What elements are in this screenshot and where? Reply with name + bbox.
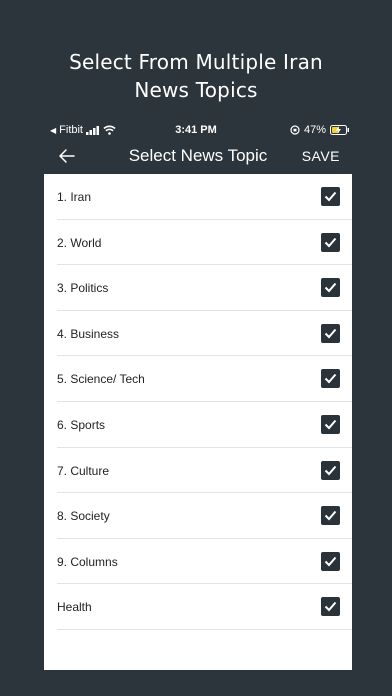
topic-row[interactable]: 4. Business [57, 311, 352, 357]
topic-label: 7. Culture [57, 463, 110, 478]
topic-label: 5. Science/ Tech [57, 372, 145, 387]
checkmark-icon [324, 511, 337, 521]
checkmark-icon [324, 328, 337, 339]
topic-label: 9. Columns [57, 554, 118, 569]
checkmark-icon [324, 602, 337, 612]
topic-checkbox[interactable] [321, 323, 340, 343]
checkmark-icon [324, 465, 337, 476]
promo-caption: Select From Multiple Iran News Topics [0, 48, 392, 104]
topic-row[interactable]: Health [57, 584, 352, 630]
topic-checkbox[interactable] [321, 414, 340, 434]
checkmark-icon [324, 374, 337, 384]
topic-checkbox[interactable] [321, 232, 340, 252]
battery-percent: 47% [303, 124, 326, 136]
topic-row[interactable]: 5. Science/ Tech [57, 356, 352, 402]
battery-charging-icon [330, 125, 349, 135]
checkmark-icon [324, 419, 337, 430]
topic-checkbox[interactable] [321, 597, 340, 617]
promo-line-1: Select From Multiple Iran [69, 50, 323, 74]
checkmark-icon [324, 556, 337, 567]
topic-label: 8. Society [57, 509, 110, 524]
topic-row[interactable]: 9. Columns [57, 539, 352, 585]
topic-row[interactable]: 8. Society [57, 493, 352, 539]
topic-row[interactable]: 6. Sports [57, 402, 352, 448]
promo-line-2: News Topics [134, 78, 258, 102]
topic-row[interactable]: 3. Politics [57, 265, 352, 311]
status-right: 47% [290, 124, 350, 136]
checkmark-icon [324, 283, 337, 293]
topic-label: 3. Politics [57, 281, 109, 296]
topic-checkbox[interactable] [321, 369, 340, 389]
topic-label: 6. Sports [57, 417, 106, 432]
topic-label: 4. Business [57, 326, 120, 341]
topic-label: Health [57, 600, 92, 615]
topic-checkbox[interactable] [321, 551, 340, 571]
topic-checkbox[interactable] [321, 506, 340, 526]
topic-row[interactable]: 1. Iran [57, 174, 352, 220]
topic-label: 2. World [57, 235, 102, 250]
orientation-lock-icon [290, 125, 300, 135]
checkmark-icon [324, 191, 337, 202]
status-bar: ◀ Fitbit 3:41 PM 47% [0, 122, 392, 138]
topic-checkbox[interactable] [321, 278, 340, 298]
nav-bar: Select News Topic SAVE [44, 142, 352, 172]
checkmark-icon [324, 237, 337, 248]
topic-row[interactable]: 7. Culture [57, 448, 352, 494]
topic-list: 1. Iran 2. World 3. Politics 4. Business… [44, 174, 352, 670]
save-button[interactable]: SAVE [302, 148, 340, 164]
topic-row[interactable]: 2. World [57, 220, 352, 266]
topic-checkbox[interactable] [321, 187, 340, 206]
topic-checkbox[interactable] [321, 460, 340, 480]
topic-label: 1. Iran [57, 190, 92, 204]
